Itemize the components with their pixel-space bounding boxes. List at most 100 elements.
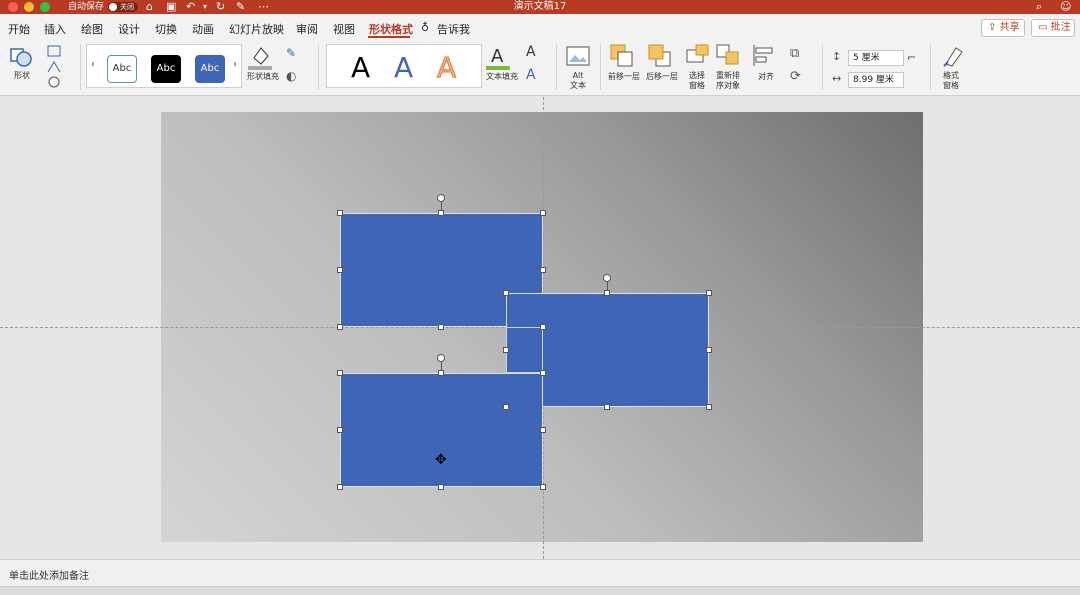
insert-shape-icon[interactable] [10,46,32,68]
resize-handle[interactable] [438,484,444,490]
ribbon: 形状 ‹ Abc Abc Abc › 形状填充 ✎ ◐ A A A A 文本填充… [0,40,1080,96]
tab-home[interactable]: 开始 [8,21,30,37]
rotation-stem [607,282,608,290]
resize-handle[interactable] [604,404,610,410]
search-icon[interactable]: ⌕ [1036,0,1042,14]
rotate-icon[interactable]: ⟳ [790,69,801,84]
rotate-handle[interactable] [437,354,445,362]
resize-handle[interactable] [706,404,712,410]
resize-handle[interactable] [503,404,509,410]
ribbon-separator [318,44,319,90]
resize-handle[interactable] [503,347,509,353]
text-fill-label: 文本填充 [486,72,518,81]
text-fill-icon[interactable]: A [486,44,510,70]
align-label: 对齐 [758,72,774,81]
move-cursor-icon: ✥ [435,452,447,468]
resize-handle[interactable] [438,370,444,376]
tab-slideshow[interactable]: 幻灯片放映 [229,21,284,37]
tab-shape-format[interactable]: 形状格式 [369,21,413,37]
selection-pane-label: 选择 窗格 [689,71,705,90]
resize-handle[interactable] [540,427,546,433]
alt-text-icon[interactable] [566,46,592,68]
resize-handle[interactable] [540,324,546,330]
notes-pane[interactable]: 单击此处添加备注 [0,559,1080,586]
resize-handle[interactable] [337,267,343,273]
bring-forward-label: 前移一层 [608,72,640,81]
reorder-objects-icon[interactable] [716,44,742,68]
send-backward-icon[interactable] [648,44,672,68]
resize-handle[interactable] [337,370,343,376]
wordart-style-black[interactable]: A [351,51,370,85]
document-title: 演示文稿17 [513,1,567,12]
comment-button[interactable]: ▭ 批注 [1031,19,1075,37]
shape-effects-icon[interactable]: ◐ [286,69,296,83]
share-icon: ⇪ [988,22,997,33]
shape-styles-gallery: ‹ Abc Abc Abc › [86,44,242,88]
tab-view[interactable]: 视图 [333,21,355,37]
resize-handle[interactable] [604,290,610,296]
title-bar: 自动保存 关闭 ⌂ ▣ ↶ ▾ ↻ ✎ ⋯ 演示文稿17 ⌕ ☺ [0,0,1080,14]
ribbon-separator [600,44,601,90]
shape-style-blue[interactable]: Abc [195,55,225,83]
resize-handle[interactable] [503,290,509,296]
shape-outline-icon[interactable]: ✎ [286,46,296,60]
resize-handle[interactable] [540,210,546,216]
tab-draw[interactable]: 绘图 [81,21,103,37]
align-icon[interactable] [752,44,776,68]
wordart-style-orange[interactable]: A [436,51,456,85]
format-pane-label: 格式 窗格 [943,71,959,90]
tab-animations[interactable]: 动画 [192,21,214,37]
tab-tell-me[interactable]: 告诉我 [437,21,470,37]
shape-style-black[interactable]: Abc [151,55,181,83]
tab-design[interactable]: 设计 [118,21,140,37]
resize-handle[interactable] [337,210,343,216]
resize-handle[interactable] [706,347,712,353]
slide-editor[interactable]: ✥ [0,97,1080,559]
tab-insert[interactable]: 插入 [44,21,66,37]
resize-handle[interactable] [540,267,546,273]
share-label: 共享 [999,22,1020,33]
resize-handle[interactable] [337,324,343,330]
rectangle-shape-3[interactable] [340,373,543,487]
height-icon: ↕ [832,50,842,63]
rotate-handle[interactable] [437,194,445,202]
lightbulb-icon: ♁ [421,21,430,34]
account-icon[interactable]: ☺ [1060,0,1071,14]
resize-handle[interactable] [438,324,444,330]
edit-shape-icons[interactable] [46,44,68,88]
shape-height-field[interactable]: 5 厘米 [848,50,904,66]
resize-handle[interactable] [438,210,444,216]
resize-handle[interactable] [337,484,343,490]
status-bar [0,586,1080,595]
alt-text-label: Alt 文本 [570,71,586,90]
shape-fill-label: 形状填充 [247,72,279,81]
resize-handle[interactable] [540,484,546,490]
rotation-stem [441,202,442,210]
resize-handle[interactable] [540,370,546,376]
wordart-style-blue[interactable]: A [394,51,413,85]
resize-handle[interactable] [337,427,343,433]
selection-pane-icon[interactable] [686,44,710,68]
gallery-prev-icon[interactable]: ‹ [91,59,95,70]
active-tab-indicator [368,36,410,38]
tab-transitions[interactable]: 切换 [155,21,177,37]
size-lock-icon[interactable]: ⌐ [907,51,916,64]
text-outline-icon[interactable]: A [526,44,536,60]
shape-style-outline[interactable]: Abc [107,55,137,83]
bring-forward-icon[interactable] [610,44,634,68]
shape-width-field[interactable]: 8.99 厘米 [848,72,904,88]
send-backward-label: 后移一层 [646,72,678,81]
text-effects-icon[interactable]: A [526,67,536,83]
group-icon[interactable]: ⧉ [790,46,799,61]
share-button[interactable]: ⇪ 共享 [981,19,1025,37]
resize-handle[interactable] [706,290,712,296]
gallery-next-icon[interactable]: › [233,59,237,70]
shape-fill-icon[interactable] [248,44,272,70]
rotation-stem [441,362,442,370]
ribbon-separator [556,44,557,90]
rotate-handle[interactable] [603,274,611,282]
tab-review[interactable]: 审阅 [296,21,318,37]
ribbon-separator [80,44,81,90]
reorder-objects-label: 重新排 序对象 [716,71,740,90]
format-pane-icon[interactable] [942,44,964,68]
